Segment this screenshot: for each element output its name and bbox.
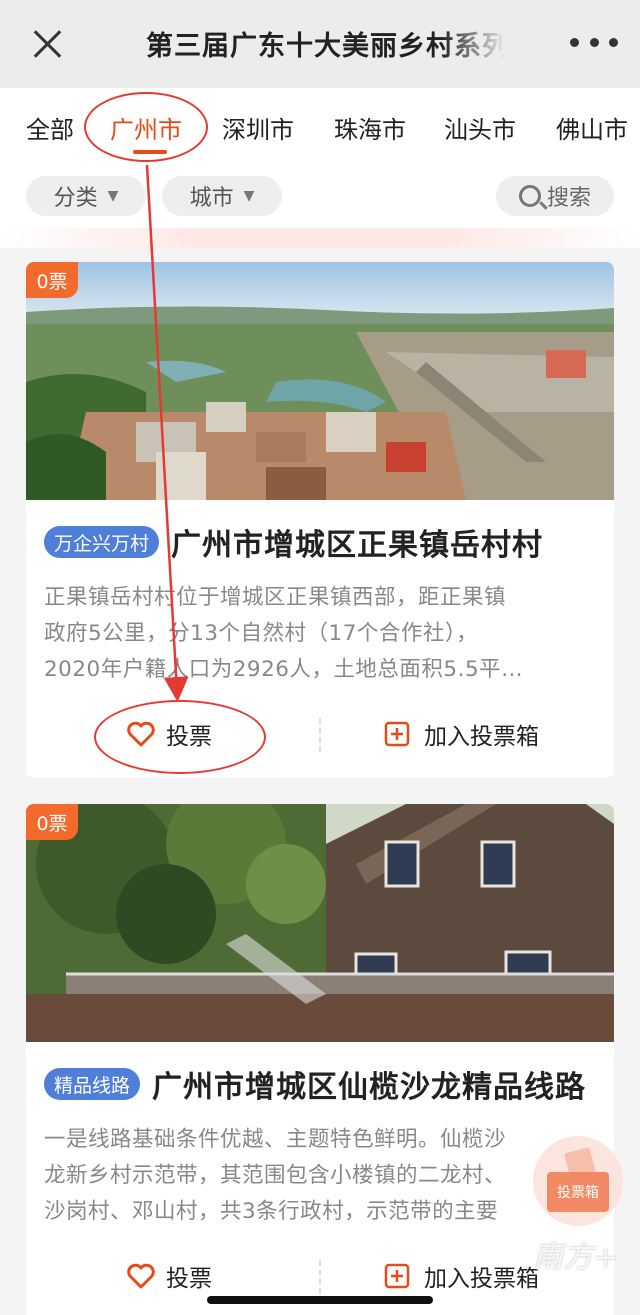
home-indicator xyxy=(207,1296,433,1304)
add-box-icon xyxy=(384,721,410,747)
category-tag: 精品线路 xyxy=(44,1068,141,1100)
description-line: 沙岗村、邓山村，共3条行政村，示范带的主要 xyxy=(44,1199,499,1224)
add-to-ballot-button[interactable]: 加入投票箱 xyxy=(384,1258,539,1294)
annotation-circle-tab xyxy=(84,92,208,162)
caret-down-icon: ▼ xyxy=(107,188,119,204)
add-to-ballot-label: 加入投票箱 xyxy=(424,1266,539,1292)
description-line: 政府5公里，分13个自然村（17个合作社）， xyxy=(44,621,479,646)
add-to-ballot-button[interactable]: 加入投票箱 xyxy=(384,716,539,752)
category-tag: 万企兴万村 xyxy=(44,526,160,558)
content: 全部 广州市 深圳市 珠海市 汕头市 佛山市 分类 ▼ 城市 ▼ 搜索 0票 万… xyxy=(0,88,640,1315)
description-line: 正果镇岳村村位于增城区正果镇西部，距正果镇 xyxy=(44,585,507,610)
heart-icon xyxy=(127,1263,155,1289)
village-card[interactable]: 0票 万企兴万村 广州市增城区正果镇岳村村 正果镇岳村村位于增城区正果镇西部，距… xyxy=(26,262,614,778)
tab-foshan[interactable]: 佛山市 xyxy=(556,110,628,145)
card-actions: 投票 加入投票箱 xyxy=(26,1244,614,1304)
watermark: 南方+ xyxy=(533,1240,619,1275)
annotation-circle-vote xyxy=(94,700,266,774)
filter-row: 分类 ▼ 城市 ▼ 搜索 xyxy=(0,176,640,218)
village-name: 广州市增城区仙榄沙龙精品线路 xyxy=(152,1070,587,1105)
village-photo xyxy=(26,262,614,500)
tab-shantou[interactable]: 汕头市 xyxy=(444,110,516,145)
close-icon[interactable] xyxy=(30,26,66,62)
category-filter[interactable]: 分类 ▼ xyxy=(26,176,146,216)
card-title-row: 万企兴万村 广州市增城区正果镇岳村村 xyxy=(44,520,614,564)
village-description: 正果镇岳村村位于增城区正果镇西部，距正果镇 政府5公里，分13个自然村（17个合… xyxy=(44,580,594,688)
search-label: 搜索 xyxy=(546,186,591,211)
vote-button[interactable]: 投票 xyxy=(126,1258,212,1294)
city-filter[interactable]: 城市 ▼ xyxy=(162,176,282,216)
page-title: 第三届广东十大美丽乡村系列 xyxy=(146,31,506,62)
wooden-house-image xyxy=(26,804,614,1042)
village-card[interactable]: 0票 精品线路 广州市增城区仙榄沙龙精品线路 一是线路基础条件优越、主题特色鲜明… xyxy=(26,804,614,1315)
caret-down-icon: ▼ xyxy=(243,188,255,204)
category-filter-label: 分类 xyxy=(53,186,98,211)
action-divider xyxy=(319,1260,321,1294)
search-button[interactable]: 搜索 xyxy=(496,176,614,216)
add-box-icon xyxy=(384,1263,410,1289)
description-line: 2020年户籍人口为2926人，土地总面积5.5平… xyxy=(44,657,524,682)
more-icon[interactable] xyxy=(570,38,618,50)
card-title-row: 精品线路 广州市增城区仙榄沙龙精品线路 xyxy=(44,1062,614,1106)
tab-shenzhen[interactable]: 深圳市 xyxy=(222,110,294,145)
vote-count-badge: 0票 xyxy=(26,804,78,840)
village-description: 一是线路基础条件优越、主题特色鲜明。仙榄沙 龙新乡村示范带，其范围包含小楼镇的二… xyxy=(44,1122,594,1230)
header-divider xyxy=(0,228,640,248)
city-filter-label: 城市 xyxy=(189,186,234,211)
vote-count-badge: 0票 xyxy=(26,262,78,298)
top-bar: 第三届广东十大美丽乡村系列 xyxy=(0,0,640,88)
village-photo xyxy=(26,804,614,1042)
vote-label: 投票 xyxy=(166,1266,212,1292)
search-icon xyxy=(518,185,541,207)
tab-zhuhai[interactable]: 珠海市 xyxy=(334,110,406,145)
aerial-village-image xyxy=(26,262,614,500)
action-divider xyxy=(319,718,321,752)
village-name: 广州市增城区正果镇岳村村 xyxy=(171,528,544,563)
description-line: 龙新乡村示范带，其范围包含小楼镇的二龙村、 xyxy=(44,1163,507,1188)
ballot-box-button[interactable]: 投票箱 xyxy=(533,1136,623,1226)
description-line: 一是线路基础条件优越、主题特色鲜明。仙榄沙 xyxy=(44,1127,507,1152)
ballot-box-label: 投票箱 xyxy=(547,1172,609,1212)
add-to-ballot-label: 加入投票箱 xyxy=(424,724,539,750)
tab-all[interactable]: 全部 xyxy=(26,110,74,145)
